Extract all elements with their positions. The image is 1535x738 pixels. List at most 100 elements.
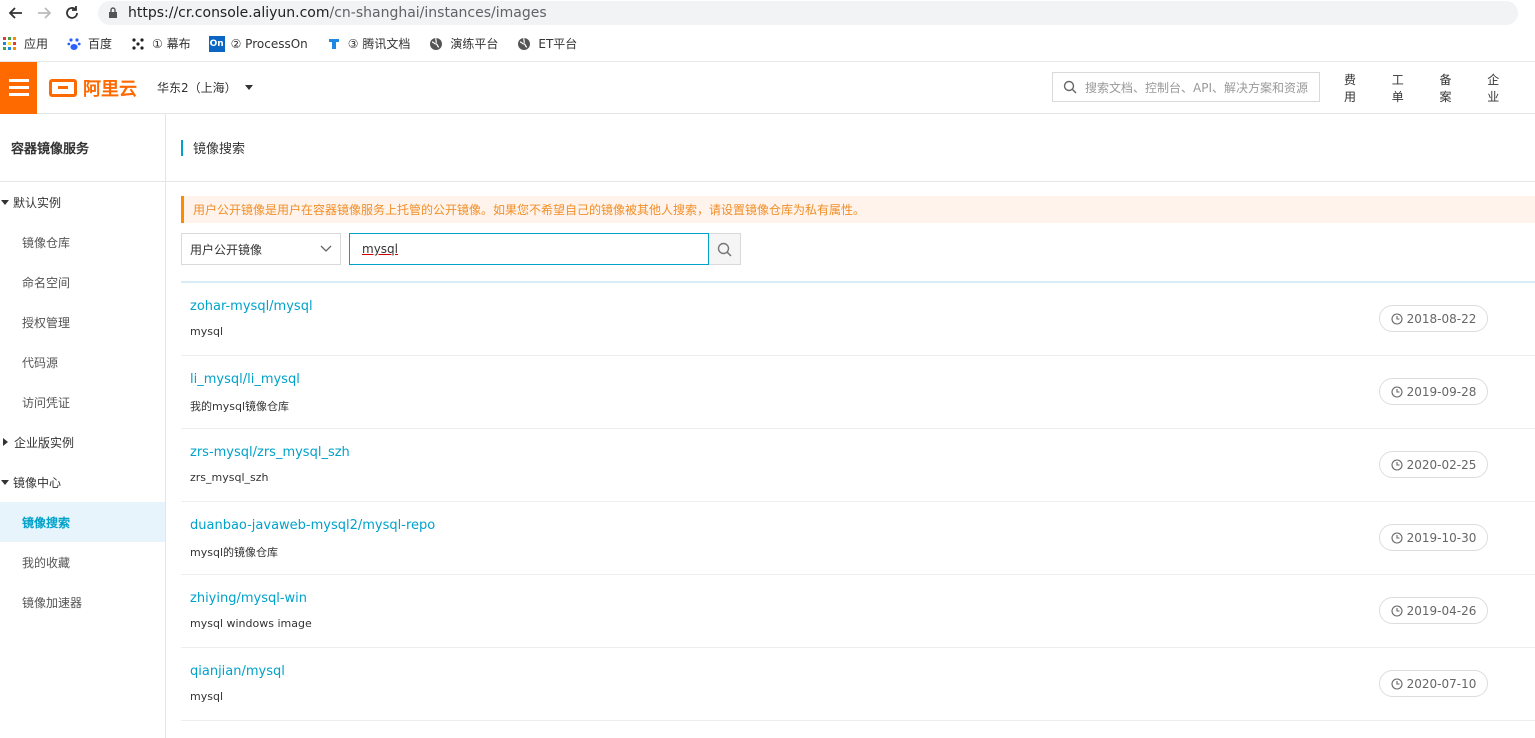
console-topbar: 阿里云 华东2（上海） 搜索文档、控制台、API、解决方案和资源 费用 工单 备… xyxy=(0,61,1535,114)
globe-icon xyxy=(428,36,444,52)
bookmark-mubu[interactable]: ① 幕布 xyxy=(130,35,191,52)
search-input-value: mysql xyxy=(362,242,398,256)
sidebar-item-code-source[interactable]: 代码源 xyxy=(0,342,165,382)
aliyun-logo[interactable]: 阿里云 xyxy=(49,75,137,101)
region-label: 华东2（上海） xyxy=(157,81,237,95)
bookmark-label: 演练平台 xyxy=(450,37,499,51)
caret-right-icon xyxy=(3,438,8,446)
bookmark-label: ① 幕布 xyxy=(152,37,191,51)
sidebar-group-image-center[interactable]: 镜像中心 xyxy=(0,462,165,502)
result-date-badge: 2019-04-26 xyxy=(1379,597,1488,624)
result-description: mysql的镜像仓库 xyxy=(190,546,278,559)
sidebar-group-enterprise-instance[interactable]: 企业版实例 xyxy=(0,422,165,462)
result-date: 2019-09-28 xyxy=(1406,384,1477,399)
bookmark-baidu[interactable]: 百度 xyxy=(66,35,112,52)
mubu-icon xyxy=(130,36,146,52)
clock-icon xyxy=(1391,677,1403,690)
chevron-down-icon xyxy=(320,245,332,253)
result-name-link[interactable]: qianjian/mysql xyxy=(190,664,285,679)
sidebar-item-namespaces[interactable]: 命名空间 xyxy=(0,262,165,302)
bookmark-label: 百度 xyxy=(88,37,113,51)
bookmark-tencent-docs[interactable]: ③ 腾讯文档 xyxy=(326,35,411,52)
sidebar-item-accelerator[interactable]: 镜像加速器 xyxy=(0,582,165,622)
clock-icon xyxy=(1391,458,1403,471)
top-link-billing[interactable]: 费用 xyxy=(1344,71,1366,105)
top-link-enterprise[interactable]: 企业 xyxy=(1487,71,1509,105)
result-date-badge: 2019-09-28 xyxy=(1379,378,1488,405)
bookmark-drill-platform[interactable]: 演练平台 xyxy=(428,35,498,52)
result-row: qianjian/mysql mysql 2020-07-10 xyxy=(181,648,1535,721)
hamburger-menu-icon[interactable] xyxy=(0,61,37,114)
result-date: 2020-07-10 xyxy=(1406,676,1477,691)
logo-text: 阿里云 xyxy=(83,78,137,100)
clock-icon xyxy=(1391,604,1403,617)
result-name-link[interactable]: li_mysql/li_mysql xyxy=(190,372,300,387)
processon-icon: On xyxy=(208,35,225,52)
caret-down-icon xyxy=(1,199,9,205)
title-accent-bar xyxy=(181,139,183,156)
result-date: 2020-02-25 xyxy=(1406,457,1477,472)
top-link-ticket[interactable]: 工单 xyxy=(1392,71,1414,105)
image-type-select[interactable]: 用户公开镜像 xyxy=(181,233,341,265)
bookmark-processon[interactable]: On ② ProcessOn xyxy=(208,35,308,52)
sidebar-item-favorites[interactable]: 我的收藏 xyxy=(0,542,165,582)
result-date-badge: 2018-08-22 xyxy=(1379,305,1488,332)
result-row: zhiying/mysql-win mysql windows image 20… xyxy=(181,575,1535,648)
chevron-down-icon xyxy=(244,85,253,90)
bookmark-label: ② ProcessOn xyxy=(230,36,308,51)
bookmark-label: ③ 腾讯文档 xyxy=(347,37,411,51)
globe-icon xyxy=(516,36,532,52)
main-content: 镜像搜索 用户公开镜像是用户在容器镜像服务上托管的公开镜像。如果您不希望自己的镜… xyxy=(166,114,1535,738)
image-search-input[interactable]: mysql xyxy=(349,233,709,265)
forward-arrow-icon[interactable] xyxy=(32,1,56,25)
result-date-badge: 2019-10-30 xyxy=(1379,524,1488,551)
search-icon xyxy=(1063,80,1077,94)
aliyun-logo-icon xyxy=(49,78,77,97)
search-row: 用户公开镜像 mysql xyxy=(181,233,1535,265)
sidebar-item-repositories[interactable]: 镜像仓库 xyxy=(0,222,165,262)
address-bar[interactable]: https://cr.console.aliyun.com/cn-shangha… xyxy=(98,1,1518,25)
sidebar-title: 容器镜像服务 xyxy=(0,114,165,182)
sidebar-item-authorization[interactable]: 授权管理 xyxy=(0,302,165,342)
baidu-paw-icon xyxy=(66,36,82,52)
bookmark-et-platform[interactable]: ET平台 xyxy=(516,35,577,52)
bookmarks-bar: 应用 百度 ① 幕布 On ② ProcessOn ③ 腾讯文档 演练平台 ET… xyxy=(0,26,1535,62)
sidebar-group-label: 默认实例 xyxy=(13,195,62,210)
select-value: 用户公开镜像 xyxy=(190,242,263,257)
bookmark-label: 应用 xyxy=(24,37,49,51)
caret-down-icon xyxy=(1,479,9,485)
top-link-filing[interactable]: 备案 xyxy=(1440,71,1462,105)
search-icon xyxy=(717,242,732,257)
clock-icon xyxy=(1391,312,1403,325)
url-host: https://cr.console.aliyun.com xyxy=(128,5,330,21)
region-selector[interactable]: 华东2（上海） xyxy=(157,79,253,96)
clock-icon xyxy=(1391,385,1403,398)
result-description: zrs_mysql_szh xyxy=(190,471,269,484)
result-date-badge: 2020-07-10 xyxy=(1379,670,1488,697)
result-date-badge: 2020-02-25 xyxy=(1379,451,1488,478)
result-name-link[interactable]: zhiying/mysql-win xyxy=(190,591,307,606)
global-search-input[interactable]: 搜索文档、控制台、API、解决方案和资源 xyxy=(1052,72,1320,102)
result-name-link[interactable]: zohar-mysql/mysql xyxy=(190,299,313,314)
result-row: li_mysql/li_mysql 我的mysql镜像仓库 2019-09-28 xyxy=(181,356,1535,429)
url-path: /cn-shanghai/instances/images xyxy=(329,5,547,21)
result-name-link[interactable]: zrs-mysql/zrs_mysql_szh xyxy=(190,445,350,460)
results-list: zohar-mysql/mysql mysql 2018-08-22 li_my… xyxy=(181,281,1535,721)
result-name-link[interactable]: duanbao-javaweb-mysql2/mysql-repo xyxy=(190,518,435,533)
sidebar-item-credentials[interactable]: 访问凭证 xyxy=(0,382,165,422)
clock-icon xyxy=(1391,531,1403,544)
result-date: 2019-10-30 xyxy=(1406,530,1477,545)
result-description: mysql xyxy=(190,325,223,338)
back-arrow-icon[interactable] xyxy=(4,1,28,25)
search-placeholder: 搜索文档、控制台、API、解决方案和资源 xyxy=(1085,80,1308,95)
search-button[interactable] xyxy=(709,233,741,265)
sidebar-group-default-instance[interactable]: 默认实例 xyxy=(0,182,165,222)
result-date: 2019-04-26 xyxy=(1406,603,1477,618)
bookmark-apps[interactable]: 应用 xyxy=(2,35,48,52)
result-date: 2018-08-22 xyxy=(1406,311,1477,326)
result-description: mysql xyxy=(190,690,223,703)
sidebar-item-image-search[interactable]: 镜像搜索 xyxy=(0,502,165,542)
top-links: 费用 工单 备案 企业 xyxy=(1344,62,1535,114)
reload-icon[interactable] xyxy=(60,1,84,25)
notice-banner: 用户公开镜像是用户在容器镜像服务上托管的公开镜像。如果您不希望自己的镜像被其他人… xyxy=(181,196,1535,223)
